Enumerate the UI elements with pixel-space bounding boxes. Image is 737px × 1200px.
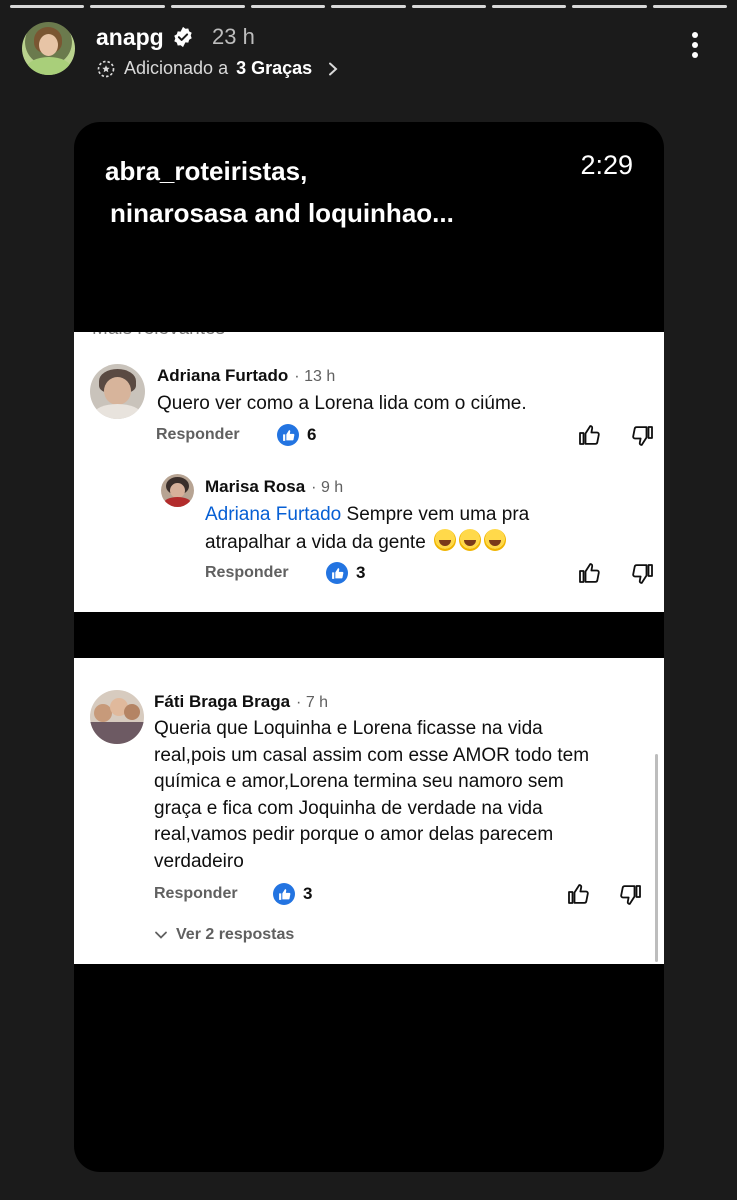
avatar[interactable] xyxy=(90,364,145,419)
highlight-name: 3 Graças xyxy=(236,58,313,78)
reply-text: Adriana Furtado Sempre vem uma pra atrap… xyxy=(205,504,530,553)
progress-segment xyxy=(491,5,567,8)
reply-button[interactable]: Responder xyxy=(154,885,238,903)
reply-button[interactable]: Responder xyxy=(156,426,240,444)
thumbs-up-badge-icon xyxy=(326,562,348,584)
laughing-emoji-icon xyxy=(459,528,482,551)
card-title: abra_roteiristas, ninarosasa and loquinh… xyxy=(105,150,454,234)
card-timestamp: 2:29 xyxy=(580,150,633,180)
like-icon[interactable] xyxy=(577,561,601,585)
cut-icons xyxy=(546,658,636,660)
verified-badge-icon xyxy=(174,26,192,48)
avatar[interactable] xyxy=(161,474,194,507)
story-media-card: abra_roteiristas, ninarosasa and loquinh… xyxy=(74,122,664,1172)
scrollbar[interactable] xyxy=(655,754,658,962)
like-count: 6 xyxy=(277,424,316,446)
comment-text: Queria que Loquinha e Lorena ficasse na … xyxy=(154,718,590,872)
added-to-label: Adicionado a xyxy=(124,58,229,78)
profile-avatar[interactable] xyxy=(22,22,75,75)
progress-segment xyxy=(90,5,165,8)
card-title-line-1: abra_roteiristas, xyxy=(105,156,308,186)
progress-segment xyxy=(10,5,85,8)
story-username[interactable]: anapg xyxy=(96,24,164,51)
comment-text: Quero ver como a Lorena lida com o ciúme… xyxy=(157,393,527,414)
sort-label-cut: Mais relevantes xyxy=(92,332,225,340)
view-replies-button[interactable]: Ver 2 respostas xyxy=(154,926,294,944)
comments-screenshot-1: Mais relevantes Adriana Furtado· 13 h Qu… xyxy=(74,332,664,612)
like-icon[interactable] xyxy=(577,423,601,447)
dislike-icon[interactable] xyxy=(619,883,643,907)
card-title-line-2: ninarosasa and loquinhao... xyxy=(110,198,454,228)
like-icon[interactable] xyxy=(566,882,590,906)
like-count: 3 xyxy=(326,562,365,584)
more-options-icon[interactable] xyxy=(691,32,699,62)
comments-screenshot-2: Fáti Braga Braga · 7 h Queria que Loquinh… xyxy=(74,658,664,964)
reply-button[interactable]: Responder xyxy=(205,564,289,582)
comment-author[interactable]: Marisa Rosa · 9 h xyxy=(205,477,343,497)
chevron-down-icon xyxy=(155,931,167,939)
thumbs-up-badge-icon xyxy=(277,424,299,446)
progress-segment xyxy=(331,5,406,8)
mention-link[interactable]: Adriana Furtado xyxy=(205,504,341,525)
progress-segment xyxy=(411,5,486,8)
dislike-icon[interactable] xyxy=(631,562,655,586)
progress-segment xyxy=(170,5,245,8)
chevron-right-icon xyxy=(329,62,338,75)
comment-author[interactable]: Fáti Braga Braga · 7 h xyxy=(154,692,328,712)
story-header: anapg 23 h Adicionado a 3 Graças xyxy=(22,22,715,82)
dislike-icon[interactable] xyxy=(631,424,655,448)
highlight-icon xyxy=(97,60,115,77)
like-count: 3 xyxy=(273,883,312,905)
highlight-link[interactable]: Adicionado a 3 Graças xyxy=(96,58,340,79)
laughing-emoji-icon xyxy=(434,528,457,551)
thumbs-up-badge-icon xyxy=(273,883,295,905)
comment-author[interactable]: Adriana Furtado · 13 h xyxy=(157,366,335,386)
avatar[interactable] xyxy=(90,690,144,744)
progress-segment xyxy=(572,5,647,8)
progress-segment xyxy=(652,5,727,8)
laughing-emoji-icon xyxy=(484,528,507,551)
progress-segment xyxy=(250,5,326,8)
story-progress-bar xyxy=(10,5,727,8)
story-time-ago: 23 h xyxy=(212,24,255,49)
